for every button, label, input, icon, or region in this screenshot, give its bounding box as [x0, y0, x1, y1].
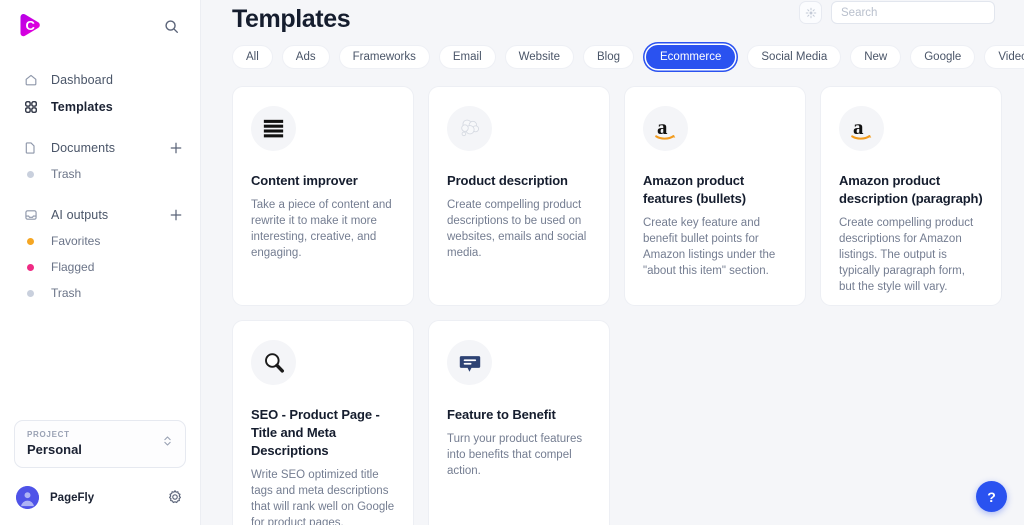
sidebar-item-ai-trash[interactable]: Trash [0, 280, 200, 306]
amazon-logo-icon: a [839, 106, 884, 151]
template-card[interactable]: Product description Create compelling pr… [428, 86, 610, 306]
speech-bubble-icon [447, 340, 492, 385]
sidebar-item-documents-trash[interactable]: Trash [0, 161, 200, 187]
template-description: Create compelling product descriptions f… [839, 217, 974, 293]
page-header: Templates [201, 0, 1024, 36]
sidebar-group-label: Documents [51, 140, 116, 155]
document-icon [22, 139, 39, 156]
template-description: Take a piece of content and rewrite it t… [251, 199, 392, 259]
sidebar-item-templates[interactable]: Templates [0, 93, 200, 120]
sidebar-nav: Dashboard Templates Documents Trash AI o… [0, 52, 200, 306]
template-title: SEO - Product Page - Title and Meta Desc… [251, 407, 380, 458]
template-card-grid: Content improver Take a piece of content… [201, 69, 1024, 525]
main-content: Templates All Ads Frame [201, 0, 1024, 525]
user-avatar [16, 486, 39, 509]
sidebar-group-documents[interactable]: Documents [0, 134, 200, 161]
tab-frameworks[interactable]: Frameworks [338, 45, 430, 69]
tab-blog[interactable]: Blog [582, 45, 635, 69]
sidebar-footer: PROJECT Personal PageFly [0, 420, 200, 525]
sidebar-item-label: Dashboard [51, 72, 114, 87]
template-title: Amazon product description (paragraph) [839, 173, 983, 206]
template-title: Content improver [251, 173, 358, 188]
app-root: C Dashboard Templates Documents Trash AI… [0, 0, 1024, 525]
svg-text:C: C [26, 18, 36, 33]
search-box[interactable] [831, 1, 995, 24]
tab-ecommerce[interactable]: Ecommerce [646, 45, 736, 69]
sidebar-subitem-label: Trash [51, 167, 82, 181]
template-title: Amazon product features (bullets) [643, 173, 746, 206]
category-tabs: All Ads Frameworks Email Website Blog Ec… [201, 36, 1024, 69]
sidebar-group-ai-outputs[interactable]: AI outputs [0, 201, 200, 228]
sidebar-subitem-label: Favorites [51, 234, 101, 248]
sidebar-search-icon[interactable] [160, 15, 182, 37]
tab-new[interactable]: New [850, 45, 902, 69]
sidebar-subitem-label: Flagged [51, 260, 95, 274]
sidebar-item-label: Templates [51, 99, 113, 114]
inbox-icon [22, 206, 39, 223]
user-name: PageFly [50, 491, 95, 504]
project-label: PROJECT [27, 430, 70, 439]
sidebar-subitem-label: Trash [51, 286, 82, 300]
stacked-bars-icon [251, 106, 296, 151]
template-description: Turn your product features into benefits… [447, 433, 583, 477]
user-row[interactable]: PageFly [14, 486, 186, 513]
template-card[interactable]: Feature to Benefit Turn your product fea… [428, 320, 610, 525]
tab-email[interactable]: Email [438, 45, 496, 69]
template-card[interactable]: a Amazon product features (bullets) Crea… [624, 86, 806, 306]
header-actions [799, 1, 995, 24]
sidebar-group-label: AI outputs [51, 207, 109, 222]
add-document-plus-icon[interactable] [168, 140, 184, 156]
svg-text:a: a [657, 115, 668, 139]
template-description: Create compelling product descriptions t… [447, 199, 587, 259]
template-title: Feature to Benefit [447, 407, 556, 422]
project-selector[interactable]: PROJECT Personal [14, 420, 186, 468]
home-icon [22, 71, 39, 88]
template-card[interactable]: a Amazon product description (paragraph)… [820, 86, 1002, 306]
tab-video[interactable]: Video [984, 45, 1024, 69]
template-card[interactable]: SEO - Product Page - Title and Meta Desc… [232, 320, 414, 525]
tab-ads[interactable]: Ads [281, 45, 330, 69]
chevron-updown-icon [162, 434, 173, 453]
template-title: Product description [447, 173, 568, 188]
question-mark-icon: ? [987, 488, 996, 505]
sidebar-item-dashboard[interactable]: Dashboard [0, 66, 200, 93]
tab-all[interactable]: All [232, 45, 273, 69]
grid-icon [22, 98, 39, 115]
search-input[interactable] [841, 6, 985, 19]
status-dot [27, 263, 34, 271]
template-description: Create key feature and benefit bullet po… [643, 217, 776, 277]
amazon-logo-icon: a [643, 106, 688, 151]
sidebar-item-favorites[interactable]: Favorites [0, 228, 200, 254]
svg-text:a: a [853, 115, 864, 139]
sidebar: C Dashboard Templates Documents Trash AI… [0, 0, 201, 525]
project-selector-text: PROJECT Personal [27, 430, 82, 457]
magnifying-glass-icon [251, 340, 296, 385]
tab-website[interactable]: Website [504, 45, 574, 69]
status-dot [27, 237, 34, 245]
thought-bubble-icon [447, 106, 492, 151]
nav-group-divider [0, 120, 200, 134]
template-description: Write SEO optimized title tags and meta … [251, 469, 395, 525]
add-ai-output-plus-icon[interactable] [168, 207, 184, 223]
help-button[interactable]: ? [976, 481, 1007, 512]
sidebar-header: C [0, 0, 200, 52]
nav-group-divider [0, 187, 200, 201]
project-value: Personal [27, 442, 82, 457]
tab-social-media[interactable]: Social Media [747, 45, 842, 69]
copy-ai-logo[interactable]: C [14, 11, 44, 41]
sidebar-item-flagged[interactable]: Flagged [0, 254, 200, 280]
gear-icon[interactable] [167, 489, 184, 506]
status-dot [27, 289, 34, 297]
tab-google[interactable]: Google [910, 45, 976, 69]
template-card[interactable]: Content improver Take a piece of content… [232, 86, 414, 306]
status-dot [27, 170, 34, 178]
sparkle-icon-button[interactable] [799, 1, 822, 24]
